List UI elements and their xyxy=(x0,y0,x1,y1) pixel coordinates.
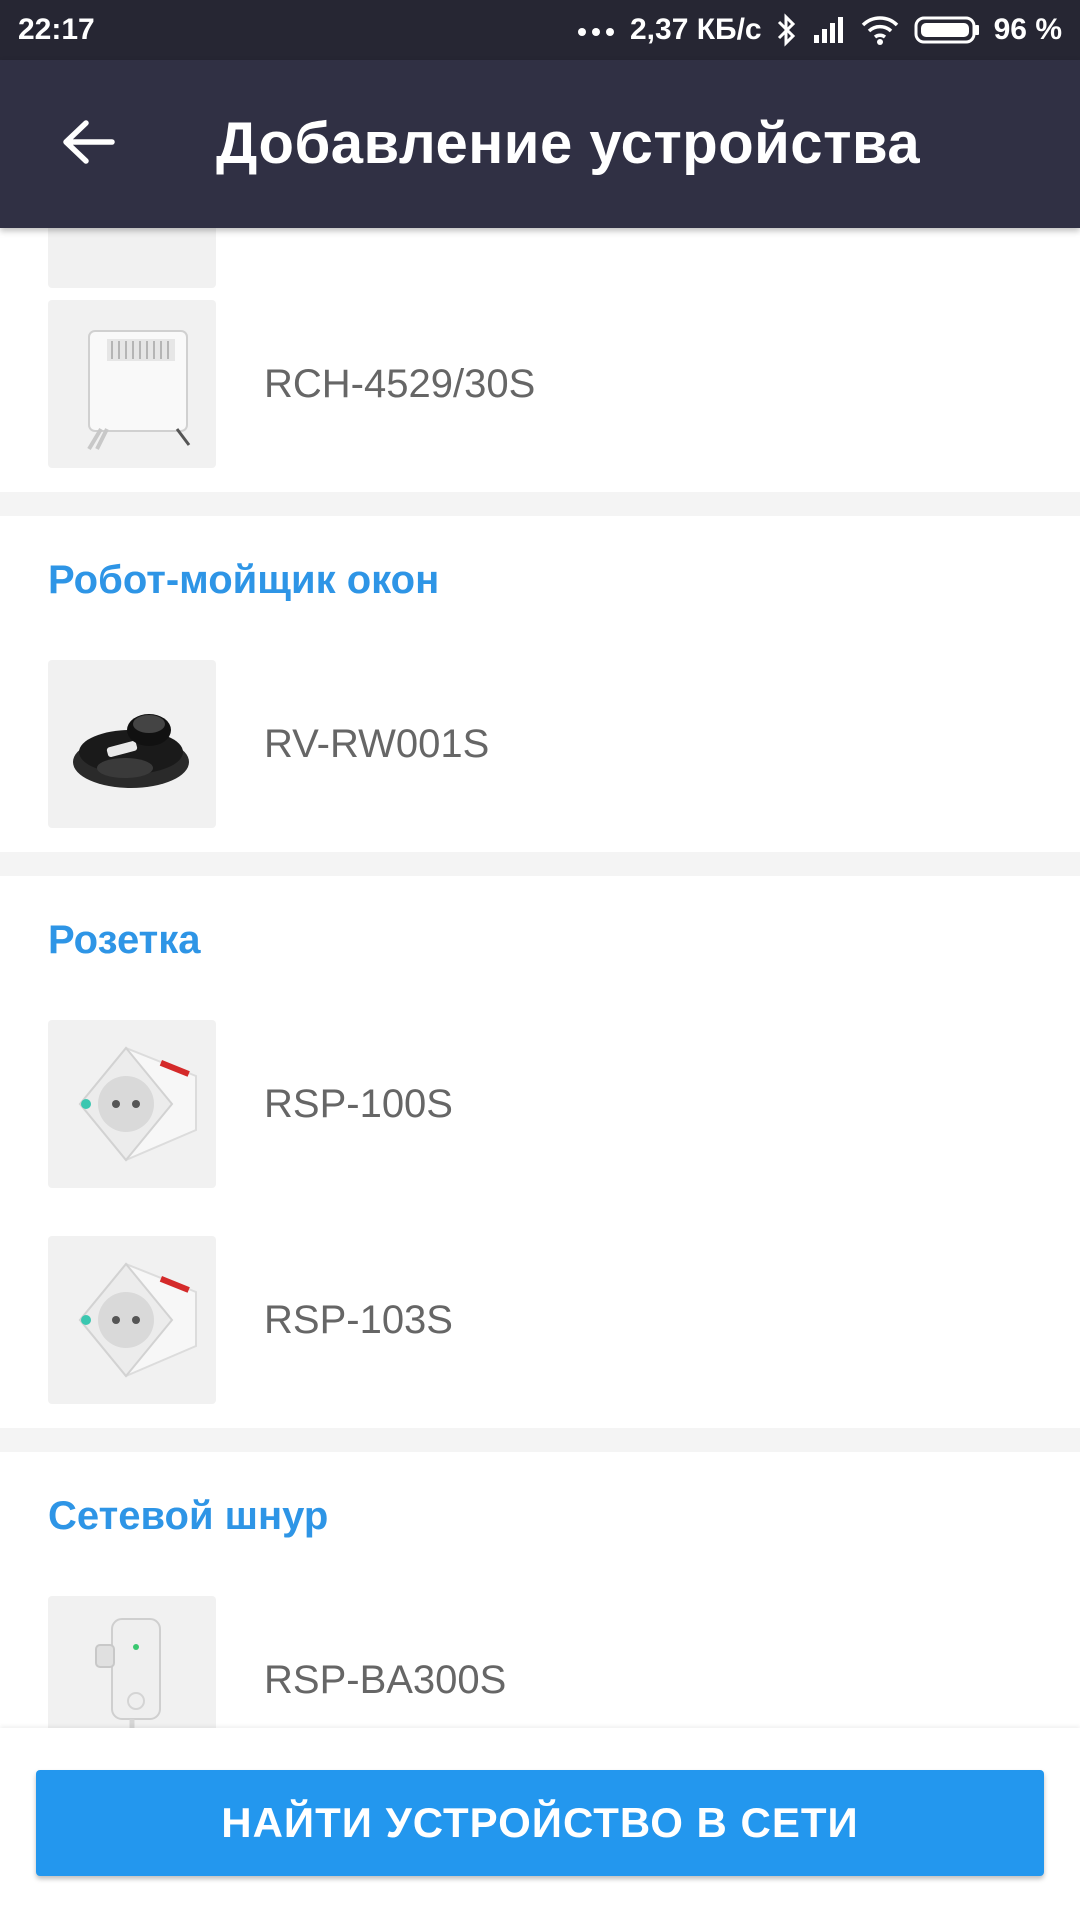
device-list[interactable]: RCH-4529/30S Робот-мойщик окон RV-RW001S… xyxy=(0,228,1080,1728)
status-time: 22:17 xyxy=(18,13,95,46)
smart-plug-cord-image xyxy=(48,1596,216,1728)
smart-socket-image xyxy=(48,1236,216,1404)
convector-heater-image xyxy=(48,300,216,468)
status-icons: 2,37 КБ/с 96 % xyxy=(576,13,1062,47)
device-model: RCH-4529/30S xyxy=(264,362,536,406)
list-item[interactable] xyxy=(0,228,1080,288)
page-title: Добавление устройства xyxy=(216,111,921,176)
device-model: RV-RW001S xyxy=(264,722,490,766)
category-title: Сетевой шнур xyxy=(48,1494,329,1538)
category-title: Робот-мойщик окон xyxy=(48,558,440,602)
network-speed: 2,37 КБ/с xyxy=(629,13,762,46)
smart-socket-image xyxy=(48,1020,216,1188)
section-divider xyxy=(0,1428,1080,1452)
device-model: RSP-BA300S xyxy=(264,1658,507,1702)
category-title: Розетка xyxy=(48,918,201,962)
battery-icon xyxy=(914,15,980,45)
device-image xyxy=(48,228,216,288)
list-item-rv-rw001s[interactable]: RV-RW001S xyxy=(0,660,1080,828)
back-button[interactable] xyxy=(44,100,132,188)
wifi-icon xyxy=(860,14,900,46)
find-device-button[interactable]: НАЙТИ УСТРОЙСТВО В СЕТИ xyxy=(36,1770,1044,1876)
signal-icon xyxy=(812,15,846,45)
list-item-rsp-100s[interactable]: RSP-100S xyxy=(0,1020,1080,1188)
section-divider xyxy=(0,852,1080,876)
device-model: RSP-103S xyxy=(264,1298,453,1342)
app-bar: Добавление устройства xyxy=(0,60,1080,228)
list-item-rch-4529[interactable]: RCH-4529/30S xyxy=(0,300,1080,468)
more-dots-icon xyxy=(576,23,616,37)
arrow-left-icon xyxy=(60,117,116,172)
bluetooth-icon xyxy=(776,13,798,47)
battery-percent: 96 % xyxy=(993,13,1062,46)
status-bar: 22:17 2,37 КБ/с 96 % xyxy=(0,0,1080,60)
device-model: RSP-100S xyxy=(264,1082,453,1126)
section-divider xyxy=(0,492,1080,516)
window-robot-image xyxy=(48,660,216,828)
list-item-rsp-ba300s[interactable]: RSP-BA300S xyxy=(0,1596,1080,1728)
bottom-bar: НАЙТИ УСТРОЙСТВО В СЕТИ xyxy=(0,1728,1080,1920)
list-item-rsp-103s[interactable]: RSP-103S xyxy=(0,1236,1080,1404)
